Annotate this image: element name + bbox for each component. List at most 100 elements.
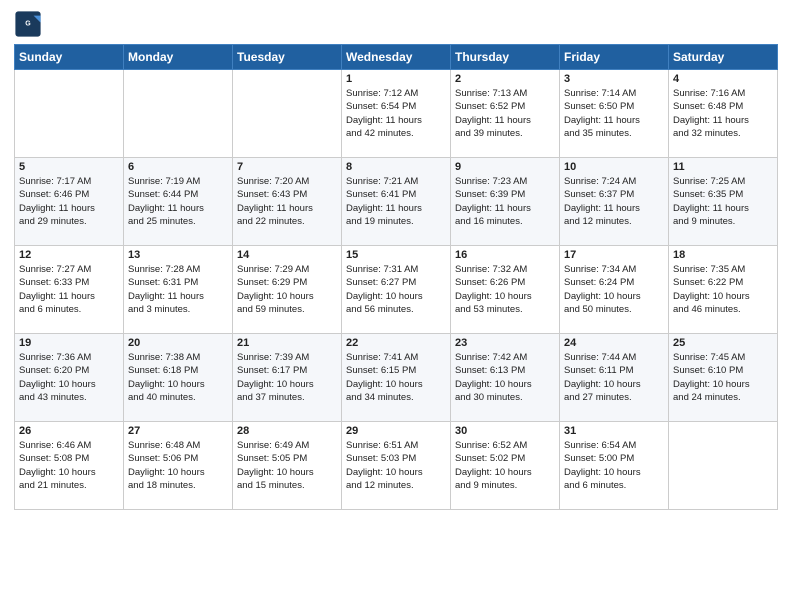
calendar-day-cell: 21 Sunrise: 7:39 AMSunset: 6:17 PMDayligh…	[233, 334, 342, 422]
calendar-day-cell: 14 Sunrise: 7:29 AMSunset: 6:29 PMDayligh…	[233, 246, 342, 334]
day-info: Sunrise: 7:31 AMSunset: 6:27 PMDaylight:…	[346, 263, 446, 316]
weekday-header: Tuesday	[233, 45, 342, 70]
calendar-day-cell: 22 Sunrise: 7:41 AMSunset: 6:15 PMDayligh…	[342, 334, 451, 422]
calendar-day-cell: 1Sunrise: 7:12 AMSunset: 6:54 PMDaylight…	[342, 70, 451, 158]
calendar-week-row: 19 Sunrise: 7:36 AMSunset: 6:20 PMDayligh…	[15, 334, 778, 422]
day-number: 30	[455, 425, 555, 437]
calendar-day-cell: 4 Sunrise: 7:16 AMSunset: 6:48 PMDaylight…	[669, 70, 778, 158]
day-info: Sunrise: 7:34 AMSunset: 6:24 PMDaylight:…	[564, 263, 664, 316]
svg-text:G: G	[25, 20, 31, 27]
calendar-day-cell: 2 Sunrise: 7:13 AMSunset: 6:52 PMDaylight…	[451, 70, 560, 158]
day-info: Sunrise: 6:51 AMSunset: 5:03 PMDaylight:…	[346, 439, 446, 492]
calendar-day-cell: 7 Sunrise: 7:20 AMSunset: 6:43 PMDaylight…	[233, 158, 342, 246]
calendar-day-cell: 31 Sunrise: 6:54 AMSunset: 5:00 PMDayligh…	[560, 422, 669, 510]
day-number: 26	[19, 425, 119, 437]
calendar-day-cell: 19 Sunrise: 7:36 AMSunset: 6:20 PMDayligh…	[15, 334, 124, 422]
weekday-header: Sunday	[15, 45, 124, 70]
day-info: Sunrise: 6:49 AMSunset: 5:05 PMDaylight:…	[237, 439, 337, 492]
day-number: 13	[128, 249, 228, 261]
day-number: 10	[564, 161, 664, 173]
day-info: Sunrise: 7:39 AMSunset: 6:17 PMDaylight:…	[237, 351, 337, 404]
day-number: 9	[455, 161, 555, 173]
day-info: Sunrise: 7:35 AMSunset: 6:22 PMDaylight:…	[673, 263, 773, 316]
day-number: 18	[673, 249, 773, 261]
day-number: 14	[237, 249, 337, 261]
calendar-day-cell: 5 Sunrise: 7:17 AMSunset: 6:46 PMDaylight…	[15, 158, 124, 246]
calendar-day-cell: 13 Sunrise: 7:28 AMSunset: 6:31 PMDayligh…	[124, 246, 233, 334]
day-number: 21	[237, 337, 337, 349]
logo-icon: G	[14, 10, 42, 38]
day-info: Sunrise: 7:17 AMSunset: 6:46 PMDaylight:…	[19, 175, 119, 228]
day-info: Sunrise: 7:13 AMSunset: 6:52 PMDaylight:…	[455, 87, 555, 140]
day-number: 5	[19, 161, 119, 173]
calendar-day-cell: 10 Sunrise: 7:24 AMSunset: 6:37 PMDayligh…	[560, 158, 669, 246]
day-info: Sunrise: 7:19 AMSunset: 6:44 PMDaylight:…	[128, 175, 228, 228]
calendar-week-row: 1Sunrise: 7:12 AMSunset: 6:54 PMDaylight…	[15, 70, 778, 158]
day-number: 22	[346, 337, 446, 349]
day-number: 28	[237, 425, 337, 437]
calendar-week-row: 12Sunrise: 7:27 AMSunset: 6:33 PMDayligh…	[15, 246, 778, 334]
calendar-day-cell: 11 Sunrise: 7:25 AMSunset: 6:35 PMDayligh…	[669, 158, 778, 246]
calendar-day-cell: 23 Sunrise: 7:42 AMSunset: 6:13 PMDayligh…	[451, 334, 560, 422]
day-info: Sunrise: 7:44 AMSunset: 6:11 PMDaylight:…	[564, 351, 664, 404]
day-info: Sunrise: 7:42 AMSunset: 6:13 PMDaylight:…	[455, 351, 555, 404]
day-number: 27	[128, 425, 228, 437]
calendar-day-cell: 15Sunrise: 7:31 AMSunset: 6:27 PMDayligh…	[342, 246, 451, 334]
day-number: 6	[128, 161, 228, 173]
day-number: 7	[237, 161, 337, 173]
day-info: Sunrise: 7:25 AMSunset: 6:35 PMDaylight:…	[673, 175, 773, 228]
day-info: Sunrise: 7:29 AMSunset: 6:29 PMDaylight:…	[237, 263, 337, 316]
day-info: Sunrise: 7:21 AMSunset: 6:41 PMDaylight:…	[346, 175, 446, 228]
calendar-day-cell: 17 Sunrise: 7:34 AMSunset: 6:24 PMDayligh…	[560, 246, 669, 334]
calendar-day-cell: 28 Sunrise: 6:49 AMSunset: 5:05 PMDayligh…	[233, 422, 342, 510]
weekday-header: Saturday	[669, 45, 778, 70]
calendar-header-row: SundayMondayTuesdayWednesdayThursdayFrid…	[15, 45, 778, 70]
weekday-header: Monday	[124, 45, 233, 70]
calendar-day-cell: 18 Sunrise: 7:35 AMSunset: 6:22 PMDayligh…	[669, 246, 778, 334]
day-number: 31	[564, 425, 664, 437]
day-info: Sunrise: 7:20 AMSunset: 6:43 PMDaylight:…	[237, 175, 337, 228]
day-info: Sunrise: 7:45 AMSunset: 6:10 PMDaylight:…	[673, 351, 773, 404]
calendar-day-cell: 20 Sunrise: 7:38 AMSunset: 6:18 PMDayligh…	[124, 334, 233, 422]
calendar-day-cell	[15, 70, 124, 158]
day-number: 4	[673, 73, 773, 85]
calendar-table: SundayMondayTuesdayWednesdayThursdayFrid…	[14, 44, 778, 510]
day-number: 16	[455, 249, 555, 261]
day-info: Sunrise: 6:54 AMSunset: 5:00 PMDaylight:…	[564, 439, 664, 492]
day-info: Sunrise: 7:36 AMSunset: 6:20 PMDaylight:…	[19, 351, 119, 404]
day-info: Sunrise: 7:38 AMSunset: 6:18 PMDaylight:…	[128, 351, 228, 404]
weekday-header: Wednesday	[342, 45, 451, 70]
page: G SundayMondayTuesdayWednesdayThursdayFr…	[0, 0, 792, 520]
day-info: Sunrise: 7:32 AMSunset: 6:26 PMDaylight:…	[455, 263, 555, 316]
calendar-day-cell	[124, 70, 233, 158]
calendar-day-cell: 25Sunrise: 7:45 AMSunset: 6:10 PMDayligh…	[669, 334, 778, 422]
calendar-day-cell	[233, 70, 342, 158]
day-info: Sunrise: 7:14 AMSunset: 6:50 PMDaylight:…	[564, 87, 664, 140]
calendar-day-cell: 3 Sunrise: 7:14 AMSunset: 6:50 PMDaylight…	[560, 70, 669, 158]
day-number: 17	[564, 249, 664, 261]
day-info: Sunrise: 7:16 AMSunset: 6:48 PMDaylight:…	[673, 87, 773, 140]
day-number: 19	[19, 337, 119, 349]
day-info: Sunrise: 7:12 AMSunset: 6:54 PMDaylight:…	[346, 87, 446, 140]
day-info: Sunrise: 6:48 AMSunset: 5:06 PMDaylight:…	[128, 439, 228, 492]
day-info: Sunrise: 7:24 AMSunset: 6:37 PMDaylight:…	[564, 175, 664, 228]
day-number: 20	[128, 337, 228, 349]
day-number: 8	[346, 161, 446, 173]
day-info: Sunrise: 7:28 AMSunset: 6:31 PMDaylight:…	[128, 263, 228, 316]
logo: G	[14, 10, 46, 38]
weekday-header: Friday	[560, 45, 669, 70]
header: G	[14, 10, 778, 38]
calendar-week-row: 26Sunrise: 6:46 AMSunset: 5:08 PMDayligh…	[15, 422, 778, 510]
calendar-day-cell: 29Sunrise: 6:51 AMSunset: 5:03 PMDayligh…	[342, 422, 451, 510]
day-info: Sunrise: 7:41 AMSunset: 6:15 PMDaylight:…	[346, 351, 446, 404]
weekday-header: Thursday	[451, 45, 560, 70]
day-number: 3	[564, 73, 664, 85]
day-number: 23	[455, 337, 555, 349]
calendar-day-cell: 6 Sunrise: 7:19 AMSunset: 6:44 PMDaylight…	[124, 158, 233, 246]
day-info: Sunrise: 6:52 AMSunset: 5:02 PMDaylight:…	[455, 439, 555, 492]
calendar-day-cell: 27 Sunrise: 6:48 AMSunset: 5:06 PMDayligh…	[124, 422, 233, 510]
calendar-week-row: 5 Sunrise: 7:17 AMSunset: 6:46 PMDaylight…	[15, 158, 778, 246]
day-number: 2	[455, 73, 555, 85]
calendar-day-cell: 30 Sunrise: 6:52 AMSunset: 5:02 PMDayligh…	[451, 422, 560, 510]
day-number: 11	[673, 161, 773, 173]
